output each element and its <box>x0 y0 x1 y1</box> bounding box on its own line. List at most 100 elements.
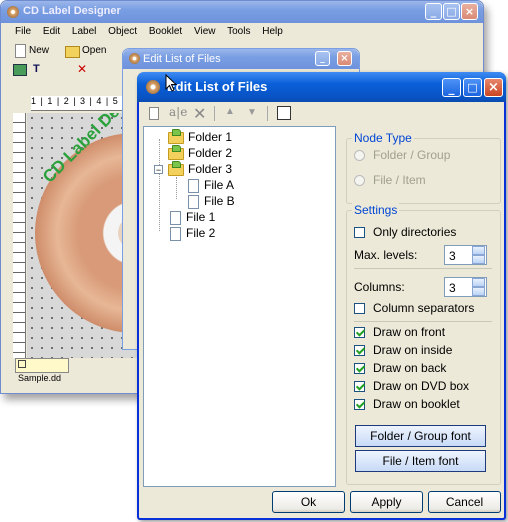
sheet-tab[interactable]: Sample.dd <box>15 358 69 383</box>
spin-up-icon[interactable] <box>472 246 485 255</box>
tree-item-file-a[interactable]: File A <box>188 177 234 193</box>
app-menu-bar: File Edit Label Object Booklet View Tool… <box>15 26 292 37</box>
tree-item-file-2[interactable]: File 2 <box>170 225 215 241</box>
new-button[interactable]: New <box>29 45 49 56</box>
toolbar-separator-2 <box>267 106 268 121</box>
dialog-title: Edit List of Files <box>167 79 268 94</box>
tree-item-file-b[interactable]: File B <box>188 193 235 209</box>
menu-help[interactable]: Help <box>262 26 283 37</box>
app-title: CD Label Designer <box>23 5 121 17</box>
new-doc-icon[interactable] <box>15 44 26 58</box>
spin-down-icon[interactable] <box>472 287 485 296</box>
spin-down-icon[interactable] <box>472 255 485 264</box>
folder-icon <box>168 160 184 176</box>
settings-legend: Settings <box>352 203 400 217</box>
collapse-icon[interactable]: − <box>154 165 163 175</box>
file-icon <box>188 178 199 193</box>
draw-front-checkbox[interactable] <box>354 327 365 338</box>
spin-up-icon[interactable] <box>472 278 485 287</box>
dialog-maximize-icon[interactable]: □ <box>463 78 482 97</box>
folder-icon <box>168 144 184 160</box>
cancel-button[interactable]: Cancel <box>428 491 501 513</box>
draw-back-checkbox[interactable] <box>354 363 365 374</box>
settings-divider <box>354 268 492 269</box>
draw-booklet-checkbox[interactable] <box>354 399 365 410</box>
tree-item-folder-3[interactable]: Folder 3 <box>168 160 232 177</box>
mid-window-title: Edit List of Files <box>143 53 221 65</box>
label-canvas[interactable]: CD Label Demo <box>27 113 137 358</box>
file-font-button[interactable]: File / Item font <box>355 450 486 472</box>
toolbar-separator <box>214 106 215 121</box>
columns-spinner[interactable]: 3 <box>444 277 487 297</box>
tree-line-sub <box>176 177 177 199</box>
close-icon[interactable]: × <box>461 3 478 20</box>
file-tree[interactable]: Folder 1 Folder 2 − Folder 3 File A File… <box>143 126 336 487</box>
draw-inside-label: Draw on inside <box>373 343 453 357</box>
app-icon <box>7 6 19 18</box>
draw-inside-checkbox[interactable] <box>354 345 365 356</box>
radio-file-item[interactable] <box>354 175 365 186</box>
radio-folder-group[interactable] <box>354 150 365 161</box>
minimize-icon[interactable]: _ <box>425 3 442 20</box>
node-type-legend: Node Type <box>352 131 414 145</box>
draw-front-label: Draw on front <box>373 325 446 339</box>
app-toolbar: New Open <box>9 42 129 60</box>
dialog-app-icon <box>146 80 160 94</box>
move-down-icon[interactable]: ▼ <box>247 107 257 118</box>
dialog-minimize-icon[interactable]: _ <box>442 78 461 97</box>
rename-icon[interactable]: a|e <box>169 105 187 119</box>
vertical-ruler <box>13 113 26 358</box>
radio-file-item-label: File / Item <box>373 173 426 187</box>
ok-button[interactable]: Ok <box>272 491 345 513</box>
new-item-icon[interactable] <box>149 107 159 120</box>
mid-window-icon <box>129 53 140 64</box>
dialog-close-icon[interactable]: × <box>484 78 503 97</box>
columns-label: Columns: <box>354 280 405 294</box>
column-separators-checkbox[interactable] <box>354 303 365 314</box>
mid-title-bar[interactable]: Edit List of Files _ × <box>123 49 359 69</box>
tree-line-root <box>159 139 160 231</box>
draw-dvd-label: Draw on DVD box <box>373 379 470 393</box>
cut-icon[interactable]: ✕ <box>77 62 87 76</box>
menu-label[interactable]: Label <box>72 26 96 37</box>
column-separators-label: Column separators <box>373 301 475 315</box>
mouse-cursor-icon <box>165 74 177 92</box>
image-icon[interactable] <box>13 64 27 76</box>
tree-item-folder-2[interactable]: Folder 2 <box>168 144 232 161</box>
menu-file[interactable]: File <box>15 26 31 37</box>
folder-font-button[interactable]: Folder / Group font <box>355 425 486 447</box>
open-button[interactable]: Open <box>82 45 106 56</box>
tree-item-file-1[interactable]: File 1 <box>170 209 215 225</box>
only-directories-label: Only directories <box>373 225 457 239</box>
folder-icon <box>168 128 184 144</box>
menu-booklet[interactable]: Booklet <box>149 26 182 37</box>
properties-icon[interactable] <box>277 106 291 120</box>
open-folder-icon[interactable] <box>65 46 80 58</box>
maximize-icon[interactable]: □ <box>443 3 460 20</box>
move-up-icon[interactable]: ▲ <box>225 106 235 117</box>
edit-list-dialog: Edit List of Files _ □ × a|e ✕ ▲ ▼ Folde… <box>137 72 506 520</box>
menu-view[interactable]: View <box>194 26 216 37</box>
menu-object[interactable]: Object <box>108 26 137 37</box>
only-directories-checkbox[interactable] <box>354 227 365 238</box>
delete-icon[interactable]: ✕ <box>193 104 206 124</box>
sheet-tab-icon <box>18 360 26 368</box>
mid-close-icon[interactable]: × <box>337 51 352 66</box>
draw-back-label: Draw on back <box>373 361 447 375</box>
settings-divider-2 <box>354 321 492 322</box>
apply-button[interactable]: Apply <box>350 491 423 513</box>
text-icon[interactable]: T <box>33 63 40 75</box>
file-icon <box>170 226 181 241</box>
app-title-bar[interactable]: CD Label Designer <box>1 1 483 23</box>
menu-tools[interactable]: Tools <box>227 26 250 37</box>
tree-item-folder-1[interactable]: Folder 1 <box>168 128 232 145</box>
dialog-toolbar: a|e ✕ ▲ ▼ <box>143 104 303 124</box>
draw-dvd-checkbox[interactable] <box>354 381 365 392</box>
max-levels-label: Max. levels: <box>354 248 418 262</box>
file-icon <box>170 210 181 225</box>
menu-edit[interactable]: Edit <box>43 26 60 37</box>
max-levels-spinner[interactable]: 3 <box>444 245 487 265</box>
mid-minimize-icon[interactable]: _ <box>315 51 330 66</box>
dialog-title-bar[interactable]: Edit List of Files _ □ × <box>137 72 506 102</box>
file-icon <box>188 194 199 209</box>
